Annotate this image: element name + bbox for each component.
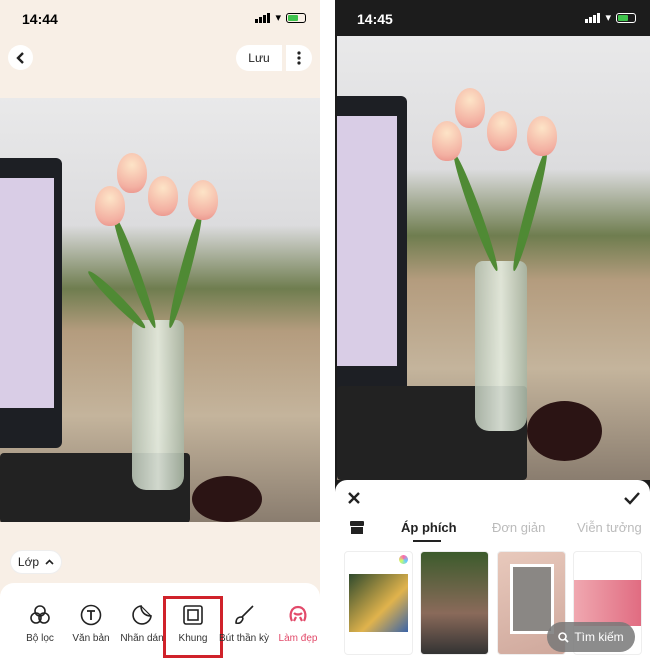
wifi-icon: ▾ — [275, 12, 281, 24]
filter-circles-icon — [30, 605, 50, 624]
tool-filter[interactable]: Bộ lọc — [14, 603, 66, 644]
left-phone-screen: 14:44 ▾ Lưu Lớp g Bộ lọc — [0, 0, 320, 664]
sticker-icon — [132, 605, 152, 625]
frame-thumbnail[interactable] — [420, 551, 489, 655]
status-time: 14:45 — [357, 11, 393, 27]
layer-button[interactable]: Lớp — [10, 550, 62, 574]
close-icon[interactable] — [347, 491, 361, 505]
tool-sticker[interactable]: Nhãn dán — [116, 603, 168, 644]
signal-icon — [585, 12, 601, 23]
tab-simple[interactable]: Đơn giản — [492, 520, 545, 535]
search-icon — [558, 631, 569, 643]
status-time: 14:44 — [22, 11, 58, 27]
more-button[interactable] — [286, 45, 312, 71]
status-bar: 14:45 ▾ — [335, 0, 650, 36]
tool-frame[interactable]: Khung — [163, 596, 223, 658]
premium-badge-icon — [399, 555, 408, 564]
text-circle-icon — [80, 604, 102, 626]
wifi-icon: ▾ — [605, 12, 611, 24]
chevron-left-icon — [15, 51, 24, 64]
right-phone-screen: 14:45 ▾ Áp phích Đơn giản Viễn tưởng Tìm… — [335, 0, 650, 664]
signal-icon — [255, 12, 271, 23]
frame-thumbnail[interactable] — [344, 551, 413, 655]
tab-fantasy[interactable]: Viễn tưởng — [577, 520, 642, 535]
frame-icon — [183, 605, 203, 625]
edit-toolbar: g Bộ lọc Văn bản Nhãn dán Khung Bút thần… — [0, 583, 320, 664]
battery-icon — [286, 12, 306, 23]
frame-panel: Áp phích Đơn giản Viễn tưởng Tìm kiếm — [335, 480, 650, 664]
save-button[interactable]: Lưu — [236, 45, 282, 71]
edited-photo[interactable] — [337, 36, 650, 480]
tool-beauty[interactable]: Làm đẹp — [272, 603, 320, 644]
beauty-face-icon — [289, 605, 307, 622]
tool-partial[interactable]: g — [0, 603, 6, 644]
tab-underline — [413, 540, 441, 542]
chevron-up-icon — [45, 559, 54, 565]
brush-icon — [235, 605, 254, 625]
store-icon[interactable] — [349, 520, 365, 535]
battery-icon — [616, 12, 636, 23]
edited-photo[interactable] — [0, 98, 320, 522]
tool-magic-brush[interactable]: Bút thần kỳ — [218, 603, 270, 644]
tool-text[interactable]: Văn bản — [65, 603, 117, 644]
vertical-dots-icon — [297, 51, 301, 65]
check-icon[interactable] — [624, 491, 640, 505]
tab-poster[interactable]: Áp phích — [401, 520, 457, 535]
status-bar: 14:44 ▾ — [0, 0, 320, 36]
back-button[interactable] — [8, 45, 33, 70]
search-button[interactable]: Tìm kiếm — [547, 622, 635, 652]
